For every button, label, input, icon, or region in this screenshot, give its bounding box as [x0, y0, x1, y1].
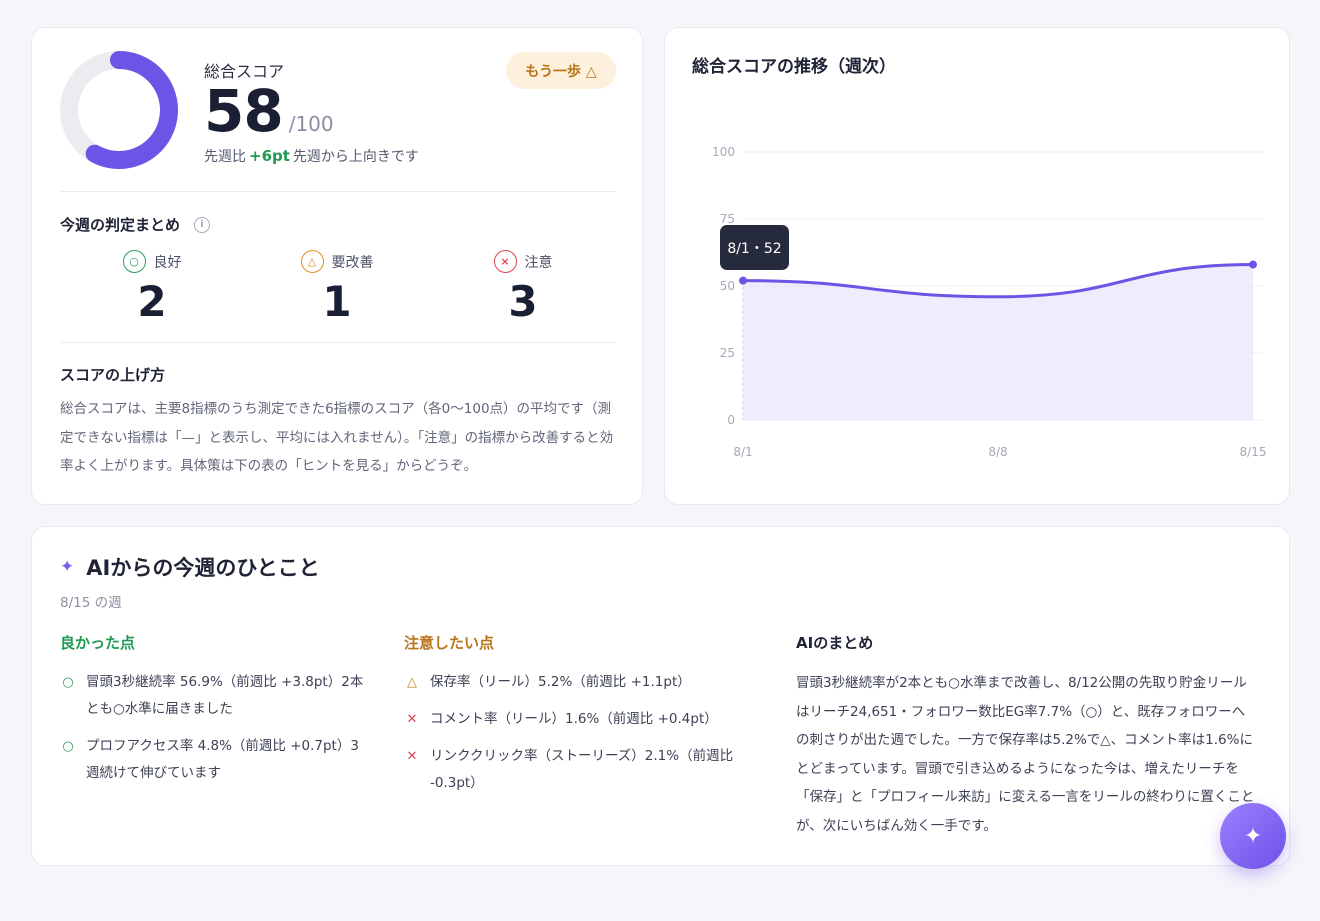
item-text: 保存率（リール）5.2%（前週比 +1.1pt） — [430, 674, 691, 690]
area-fill — [743, 264, 1253, 420]
sparkle-icon: ✦ — [60, 557, 75, 577]
y-tick-label: 0 — [727, 413, 735, 427]
tips-body: 総合スコアは、主要8指標のうち測定できた6指標のスコア（各0〜100点）の平均で… — [60, 401, 614, 474]
ai-assistant-button[interactable]: ✦ — [1220, 803, 1286, 869]
y-tick-label: 75 — [720, 212, 735, 226]
judge-label: 良好 — [153, 254, 182, 271]
list-item: ○ 冒頭3秒継続率 56.9%（前週比 +3.8pt）2本とも○水準に届きました — [60, 669, 370, 723]
item-text: コメント率（リール）1.6%（前週比 +0.4pt） — [430, 711, 718, 727]
ai-title: ✦ AIからの今週のひとこと — [60, 552, 320, 582]
judgement-title: 今週の判定まとめ — [60, 216, 181, 234]
item-text: プロフアクセス率 4.8%（前週比 +0.7pt）3週続けて伸びています — [86, 738, 359, 781]
summary-title: AIのまとめ — [796, 634, 874, 652]
caution-column: 注意したい点 △ 保存率（リール）5.2%（前週比 +1.1pt） ✕ コメント… — [404, 632, 754, 807]
circle-icon: ○ — [62, 675, 74, 690]
judge-label: 注意 — [524, 254, 553, 271]
score-max: /100 — [288, 112, 334, 136]
judge-good: ○ 良好 2 — [87, 250, 217, 327]
judge-count: 3 — [508, 277, 538, 326]
list-item: ✕ リンククリック率（ストーリーズ）2.1%（前週比 -0.3pt） — [404, 743, 754, 797]
judge-count: 1 — [322, 277, 352, 326]
chart-tooltip: 8/1・52 — [720, 225, 789, 270]
data-point — [739, 276, 747, 285]
data-point — [1249, 260, 1257, 269]
delta-prefix: 先週比 — [204, 149, 246, 165]
triangle-icon: △ — [300, 250, 324, 273]
ai-week: 8/15 の週 — [60, 595, 122, 611]
sparkle-icon: ✦ — [1243, 823, 1263, 848]
y-tick-label: 25 — [720, 346, 735, 360]
trend-card: 総合スコアの推移（週次） 0 25 50 75 100 8/1 8/8 8/15 8/1・52 — [664, 27, 1290, 505]
cross-icon: × — [493, 250, 517, 273]
caution-title: 注意したい点 — [404, 634, 495, 652]
x-tick-label: 8/1 — [733, 445, 752, 459]
judge-bad: × 注意 3 — [458, 250, 588, 327]
judge-warn: △ 要改善 1 — [272, 250, 402, 327]
judge-label: 要改善 — [331, 254, 374, 271]
triangle-icon: △ — [407, 675, 417, 690]
divider — [60, 191, 616, 192]
status-badge[interactable]: もう一歩 △ — [506, 52, 616, 89]
item-text: 冒頭3秒継続率 56.9%（前週比 +3.8pt）2本とも○水準に届きました — [86, 674, 364, 717]
ai-card: ✦ AIからの今週のひとこと 8/15 の週 良かった点 ○ 冒頭3秒継続率 5… — [31, 526, 1290, 866]
info-icon[interactable]: i — [194, 217, 210, 233]
score-main: 58 /100 — [204, 80, 334, 142]
circle-icon: ○ — [122, 250, 146, 273]
tips-title: スコアの上げ方 — [60, 366, 166, 384]
score-delta: 先週比 +6pt 先週から上向きです — [204, 146, 419, 166]
cross-icon: ✕ — [406, 749, 418, 764]
y-tick-label: 100 — [712, 145, 735, 159]
delta-value: +6pt — [249, 147, 290, 165]
good-title: 良かった点 — [60, 634, 136, 652]
score-card: 総合スコア 58 /100 先週比 +6pt 先週から上向きです もう一歩 △ 今週… — [31, 27, 643, 505]
divider — [60, 342, 616, 343]
item-text: リンククリック率（ストーリーズ）2.1%（前週比 -0.3pt） — [430, 748, 734, 791]
judge-count: 2 — [137, 277, 167, 326]
good-column: 良かった点 ○ 冒頭3秒継続率 56.9%（前週比 +3.8pt）2本とも○水準… — [60, 632, 370, 797]
summary-column: AIのまとめ 冒頭3秒継続率が2本とも○水準まで改善し、8/12公開の先取り貯金… — [796, 632, 1258, 840]
circle-icon: ○ — [62, 739, 74, 754]
list-item: ○ プロフアクセス率 4.8%（前週比 +0.7pt）3週続けて伸びています — [60, 733, 370, 787]
list-item: △ 保存率（リール）5.2%（前週比 +1.1pt） — [404, 669, 754, 696]
summary-body: 冒頭3秒継続率が2本とも○水準まで改善し、8/12公開の先取り貯金リールはリーチ… — [796, 675, 1255, 834]
ai-heading: AIからの今週のひとこと — [86, 556, 320, 580]
cross-icon: ✕ — [406, 712, 418, 727]
score-value: 58 — [204, 77, 284, 145]
x-tick-label: 8/8 — [988, 445, 1007, 459]
y-tick-label: 50 — [720, 279, 735, 293]
delta-suffix: 先週から上向きです — [292, 149, 419, 165]
list-item: ✕ コメント率（リール）1.6%（前週比 +0.4pt） — [404, 706, 754, 733]
score-gauge — [60, 51, 178, 169]
x-tick-label: 8/15 — [1240, 445, 1267, 459]
